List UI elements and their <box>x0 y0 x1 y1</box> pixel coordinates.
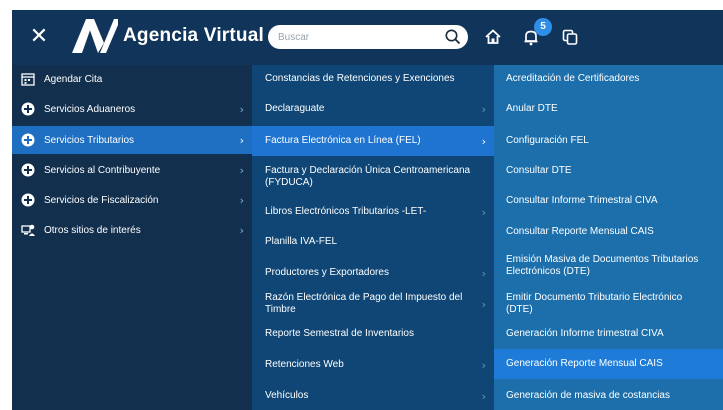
brand-title: Agencia Virtual <box>123 25 264 46</box>
fel-item[interactable]: Emitir Documento Tributario Electrónico … <box>494 290 723 318</box>
fel-item[interactable]: Generación de masiva de costancias <box>494 382 723 410</box>
fel-item[interactable]: Emisión Masiva de Documentos Tributarios… <box>494 249 723 283</box>
submenu-item-label: Declaraguate <box>265 103 325 114</box>
chevron-right-icon: › <box>481 358 486 372</box>
app-frame: ✕ Agencia Virtual 5 <box>12 10 723 410</box>
submenu-item[interactable]: Retenciones Web › <box>252 351 494 379</box>
fel-item-label: Generación de masiva de costancias <box>506 390 670 401</box>
fel-item-label: Emisión Masiva de Documentos Tributarios… <box>506 254 699 277</box>
chevron-right-icon: › <box>481 297 486 311</box>
submenu-item[interactable]: Reporte Semestral de Inventarios <box>252 320 494 348</box>
fel-item-label: Consultar Reporte Mensual CAIS <box>506 226 654 237</box>
submenu-item[interactable]: Declaraguate › <box>252 95 494 123</box>
menu-item-label: Servicios Tributarios <box>44 134 135 146</box>
submenu-fel: Acreditación de Certificadores Anular DT… <box>494 65 723 410</box>
chevron-right-icon: › <box>239 163 244 177</box>
fel-item-label: Emitir Documento Tributario Electrónico … <box>506 292 683 315</box>
copy-icon[interactable] <box>560 27 580 47</box>
submenu-item[interactable]: Razón Electrónica de Pago del Impuesto d… <box>252 290 494 318</box>
plus-circle-icon <box>21 163 35 177</box>
fel-item[interactable]: Generación Reporte Mensual CAIS <box>494 349 723 379</box>
search-icon[interactable] <box>444 28 462 46</box>
fel-item-label: Acreditación de Certificadores <box>506 73 640 84</box>
submenu-item-label: Factura Electrónica en Línea (FEL) <box>265 135 421 146</box>
submenu-item-label: Vehículos <box>265 390 309 401</box>
fel-item[interactable]: Generación Informe trimestral CIVA <box>494 320 723 348</box>
fel-item-label: Generación Reporte Mensual CAIS <box>506 358 663 369</box>
fel-item[interactable]: Acreditación de Certificadores <box>494 65 723 93</box>
close-icon[interactable]: ✕ <box>28 26 50 48</box>
chevron-right-icon: › <box>239 193 244 207</box>
chevron-right-icon: › <box>239 223 244 237</box>
fel-item-label: Configuración FEL <box>506 135 589 146</box>
submenu-item-label: Libros Electrónicos Tributarios -LET- <box>265 206 427 217</box>
submenu-item[interactable]: Libros Electrónicos Tributarios -LET- › <box>252 198 494 226</box>
submenu-servicios-tributarios: Constancias de Retenciones y Exenciones … <box>252 65 494 410</box>
plus-circle-icon <box>21 102 35 116</box>
menu-item-label: Agendar Cita <box>44 73 103 85</box>
menu-item-servicios-aduaneros[interactable]: Servicios Aduaneros › <box>12 95 252 123</box>
top-header: ✕ Agencia Virtual 5 <box>12 10 723 65</box>
fel-item-label: Consultar DTE <box>506 165 572 176</box>
external-sites-icon <box>21 224 35 236</box>
menu-item-otros-sitios[interactable]: Otros sitios de interés › <box>12 216 252 244</box>
main-menu: Agendar Cita Servicios Aduaneros › Servi… <box>12 65 252 410</box>
chevron-right-icon: › <box>239 133 244 147</box>
notification-badge: 5 <box>534 18 552 36</box>
submenu-item-label: Reporte Semestral de Inventarios <box>265 328 414 339</box>
fel-item-label: Anular DTE <box>506 103 558 114</box>
chevron-right-icon: › <box>481 102 486 116</box>
menu-item-label: Servicios de Fiscalización <box>44 194 159 206</box>
plus-circle-icon <box>21 193 35 207</box>
submenu-item-label: Planilla IVA-FEL <box>265 236 338 247</box>
menu-item-label: Servicios Aduaneros <box>44 103 136 115</box>
submenu-item[interactable]: Productores y Exportadores › <box>252 259 494 287</box>
calendar-icon <box>21 73 35 86</box>
fel-item-label: Generación Informe trimestral CIVA <box>506 328 664 339</box>
menu-item-label: Otros sitios de interés <box>44 224 141 236</box>
fel-item[interactable]: Consultar Informe Trimestral CIVA <box>494 187 723 215</box>
menu-item-servicios-fiscalizacion[interactable]: Servicios de Fiscalización › <box>12 186 252 214</box>
home-icon[interactable] <box>483 27 503 47</box>
fel-item[interactable]: Anular DTE <box>494 95 723 123</box>
chevron-right-icon: › <box>481 266 486 280</box>
chevron-right-icon: › <box>481 205 486 219</box>
submenu-item-label: Productores y Exportadores <box>265 267 389 278</box>
fel-item-label: Consultar Informe Trimestral CIVA <box>506 195 658 206</box>
submenu-item[interactable]: Constancias de Retenciones y Exenciones <box>252 65 494 93</box>
fel-item[interactable]: Consultar DTE <box>494 157 723 185</box>
logo-icon <box>72 19 118 53</box>
fel-item[interactable]: Configuración FEL <box>494 126 723 156</box>
menu-item-servicios-tributarios[interactable]: Servicios Tributarios › <box>12 126 252 154</box>
submenu-item[interactable]: Planilla IVA-FEL <box>252 228 494 256</box>
plus-circle-icon <box>21 133 35 147</box>
submenu-item[interactable]: Vehículos › <box>252 382 494 410</box>
submenu-item-label: Factura y Declaración Única Centroameric… <box>265 165 471 188</box>
menu-item-agendar-cita[interactable]: Agendar Cita <box>12 65 252 93</box>
chevron-right-icon: › <box>481 134 486 148</box>
submenu-item-label: Constancias de Retenciones y Exenciones <box>265 73 455 84</box>
submenu-item[interactable]: Factura y Declaración Única Centroameric… <box>252 160 494 194</box>
menu-item-label: Servicios al Contribuyente <box>44 164 161 176</box>
submenu-item-label: Razón Electrónica de Pago del Impuesto d… <box>265 292 463 315</box>
submenu-item-label: Retenciones Web <box>265 359 344 370</box>
submenu-item[interactable]: Factura Electrónica en Línea (FEL) › <box>252 126 494 156</box>
menu-item-servicios-contribuyente[interactable]: Servicios al Contribuyente › <box>12 156 252 184</box>
fel-item[interactable]: Consultar Reporte Mensual CAIS <box>494 218 723 246</box>
chevron-right-icon: › <box>481 389 486 403</box>
search-input[interactable] <box>278 28 438 46</box>
chevron-right-icon: › <box>239 102 244 116</box>
search-box <box>268 25 468 49</box>
